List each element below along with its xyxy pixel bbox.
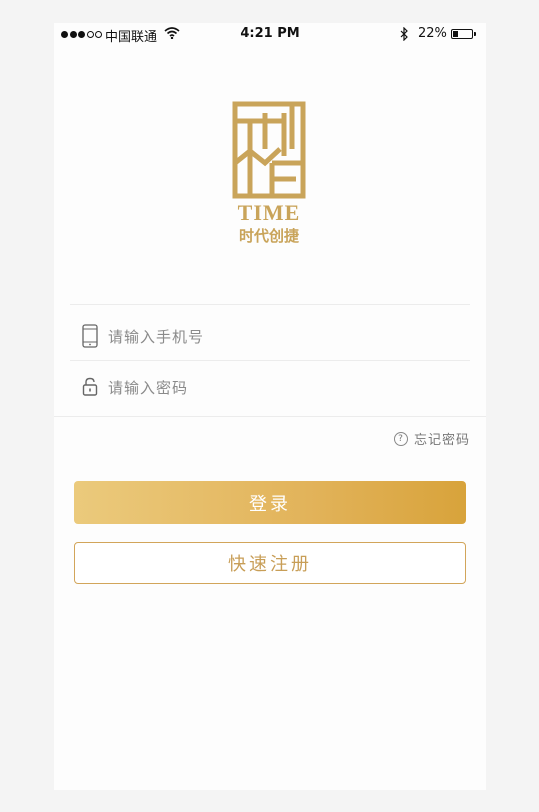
app-screen: 中国联通 4:21 PM 22% TIME 时代创捷 请输入手机号 请输入密码 … [54, 23, 486, 790]
lock-icon [80, 374, 100, 400]
battery-percent: 22% [418, 26, 447, 41]
help-icon: ? [393, 431, 408, 446]
password-input[interactable]: 请输入密码 [108, 377, 188, 398]
status-bar: 中国联通 4:21 PM 22% [54, 23, 486, 47]
divider [70, 304, 470, 305]
logo-wordmark: TIME [237, 200, 301, 225]
logo-subtitle: 时代创捷 [238, 227, 299, 245]
login-button[interactable]: 登录 [74, 481, 466, 524]
forgot-password-label: 忘记密码 [413, 433, 470, 448]
battery-icon [451, 29, 476, 39]
phone-field[interactable]: 请输入手机号 [70, 310, 470, 362]
divider [54, 416, 486, 417]
password-field[interactable]: 请输入密码 [70, 361, 470, 413]
bluetooth-icon [399, 26, 409, 45]
phone-icon [80, 323, 100, 349]
logo-mark-icon [232, 101, 306, 199]
brand-logo: TIME 时代创捷 [231, 101, 307, 249]
quick-register-button[interactable]: 快速注册 [74, 542, 466, 584]
phone-input[interactable]: 请输入手机号 [108, 326, 204, 347]
forgot-password-link[interactable]: ? 忘记密码 [393, 429, 470, 448]
